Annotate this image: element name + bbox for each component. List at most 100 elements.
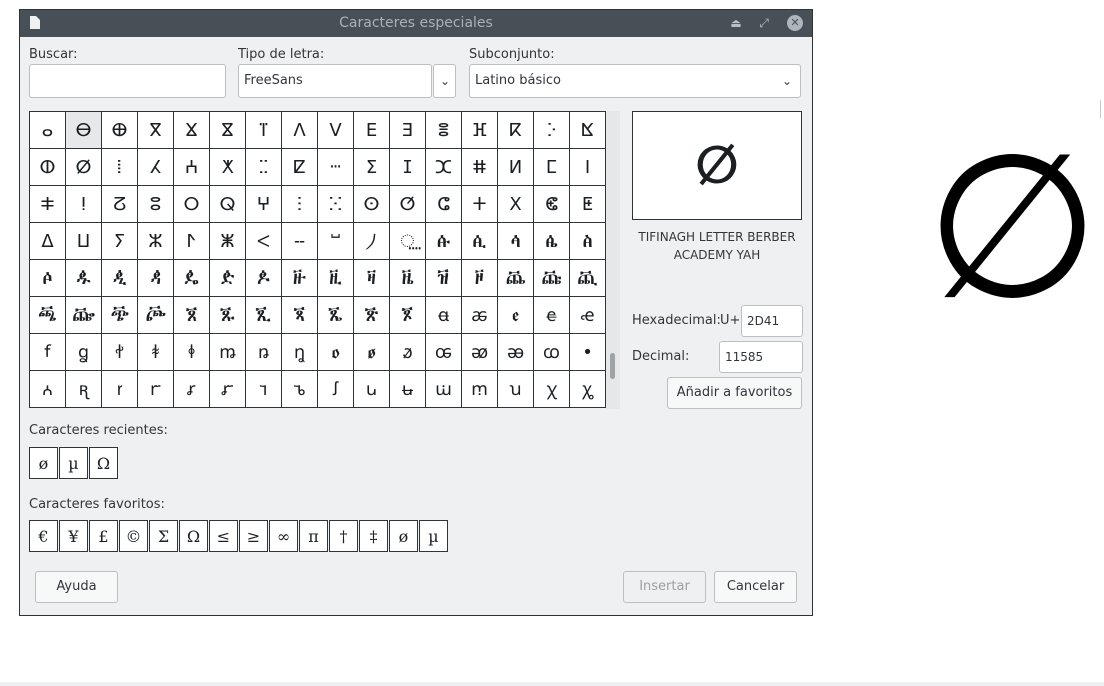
grid-cell[interactable]: ꬶ: [66, 334, 102, 371]
grid-cell[interactable]: ⵯ: [318, 223, 354, 260]
add-to-favorites-button[interactable]: Añadir a favoritos: [667, 377, 802, 409]
favorite-char-button[interactable]: £: [89, 520, 118, 552]
keep-above-icon[interactable]: ⏏: [728, 15, 744, 31]
grid-cell[interactable]: ꬤ: [66, 297, 102, 334]
grid-cell[interactable]: ꬣ: [30, 297, 66, 334]
grid-cell[interactable]: ꬴ: [570, 297, 606, 334]
grid-cell[interactable]: ⴹ: [354, 112, 390, 149]
insert-button[interactable]: Insertar: [623, 571, 706, 603]
grid-cell[interactable]: ꬿ: [390, 334, 426, 371]
favorite-char-button[interactable]: ø: [389, 520, 418, 552]
recent-char-button[interactable]: µ: [59, 447, 88, 479]
grid-cell[interactable]: ⵁ: [66, 149, 102, 186]
grid-cell[interactable]: ⵙ: [354, 186, 390, 223]
grid-cell[interactable]: ꬁ: [426, 223, 462, 260]
grid-cell[interactable]: ⵓ: [138, 186, 174, 223]
grid-cell[interactable]: ⵀ: [30, 149, 66, 186]
grid-cell[interactable]: ⵂ: [102, 149, 138, 186]
grid-cell[interactable]: ꬢ: [570, 260, 606, 297]
help-button[interactable]: Ayuda: [35, 571, 118, 603]
grid-cell[interactable]: ꬊ: [102, 260, 138, 297]
grid-cell[interactable]: ꬨ: [174, 297, 210, 334]
grid-scrollbar[interactable]: [606, 111, 620, 409]
grid-cell[interactable]: ꭆ: [66, 371, 102, 408]
grid-cell[interactable]: ꭓ: [534, 371, 570, 408]
grid-cell[interactable]: ⵇ: [282, 149, 318, 186]
grid-cell[interactable]: ⵃ: [138, 149, 174, 186]
grid-cell[interactable]: ⵚ: [390, 186, 426, 223]
decimal-input[interactable]: 11585: [719, 341, 803, 373]
grid-cell[interactable]: ꬔ: [390, 260, 426, 297]
grid-cell[interactable]: ⴽ: [498, 112, 534, 149]
grid-cell[interactable]: ⵎ: [534, 149, 570, 186]
grid-cell[interactable]: ⵒ: [102, 186, 138, 223]
grid-cell[interactable]: ⴳ: [138, 112, 174, 149]
grid-cell[interactable]: ⵊ: [390, 149, 426, 186]
grid-cell[interactable]: ꬋ: [138, 260, 174, 297]
grid-cell[interactable]: ⴿ: [570, 112, 606, 149]
grid-cell[interactable]: ⵟ: [570, 186, 606, 223]
grid-cell[interactable]: ꬃ: [498, 223, 534, 260]
grid-cell[interactable]: ⵠ: [30, 223, 66, 260]
grid-cell[interactable]: ꬕ: [426, 260, 462, 297]
grid-cell[interactable]: •: [570, 334, 606, 371]
grid-cell[interactable]: ꭃ: [534, 334, 570, 371]
grid-cell[interactable]: ꭅ: [30, 371, 66, 408]
grid-cell[interactable]: ꬵ: [30, 334, 66, 371]
grid-cell[interactable]: ⵐ: [30, 186, 66, 223]
grid-cell[interactable]: ꭉ: [174, 371, 210, 408]
grid-cell[interactable]: ⵝ: [498, 186, 534, 223]
grid-cell[interactable]: ꬓ: [354, 260, 390, 297]
grid-cell[interactable]: ꭂ: [498, 334, 534, 371]
grid-cell[interactable]: ⵔ: [174, 186, 210, 223]
subset-select[interactable]: Latino básico ⌄: [469, 64, 801, 98]
grid-cell[interactable]: ꬒ: [318, 260, 354, 297]
scrollbar-thumb[interactable]: [610, 353, 615, 379]
grid-cell[interactable]: ⴺ: [390, 112, 426, 149]
favorite-char-button[interactable]: ≤: [209, 520, 238, 552]
grid-cell[interactable]: ꭀ: [426, 334, 462, 371]
grid-cell[interactable]: ꭊ: [210, 371, 246, 408]
grid-cell[interactable]: ⵗ: [282, 186, 318, 223]
grid-cell[interactable]: ⵅ: [210, 149, 246, 186]
grid-cell[interactable]: ꬦ: [138, 297, 174, 334]
favorite-char-button[interactable]: ©: [119, 520, 148, 552]
grid-cell[interactable]: ꬂ: [462, 223, 498, 260]
grid-cell[interactable]: ꬉ: [66, 260, 102, 297]
grid-cell[interactable]: ꬾ: [354, 334, 390, 371]
grid-cell[interactable]: ⵌ: [462, 149, 498, 186]
grid-cell[interactable]: ꭔ: [570, 371, 606, 408]
grid-cell[interactable]: ⴵ: [210, 112, 246, 149]
grid-cell[interactable]: ꬹ: [174, 334, 210, 371]
grid-cell[interactable]: ꭎ: [354, 371, 390, 408]
grid-cell[interactable]: ꭇ: [102, 371, 138, 408]
maximize-icon[interactable]: ⤢: [756, 15, 772, 31]
grid-cell[interactable]: ⵰: [354, 223, 390, 260]
grid-cell[interactable]: ⵍ: [498, 149, 534, 186]
grid-cell[interactable]: ⴲ: [102, 112, 138, 149]
grid-cell[interactable]: ⵛ: [426, 186, 462, 223]
grid-cell[interactable]: ⴶ: [246, 112, 282, 149]
grid-cell[interactable]: ⵜ: [462, 186, 498, 223]
grid-cell[interactable]: ⵈ: [318, 149, 354, 186]
recent-char-button[interactable]: ø: [29, 447, 58, 479]
grid-cell[interactable]: ꬆ: [30, 260, 66, 297]
grid-cell[interactable]: ⵤ: [174, 223, 210, 260]
recent-char-button[interactable]: Ω: [89, 447, 118, 479]
grid-cell[interactable]: ⵦ: [246, 223, 282, 260]
grid-cell[interactable]: ꬭ: [354, 297, 390, 334]
cancel-button[interactable]: Cancelar: [714, 571, 797, 603]
grid-cell[interactable]: ꬍ: [210, 260, 246, 297]
grid-cell[interactable]: ꭒ: [498, 371, 534, 408]
grid-cell[interactable]: ꬪ: [246, 297, 282, 334]
search-input[interactable]: [29, 64, 226, 98]
favorite-char-button[interactable]: €: [29, 520, 58, 552]
grid-cell[interactable]: ⵕ: [210, 186, 246, 223]
grid-cell[interactable]: ⵉ: [354, 149, 390, 186]
grid-cell[interactable]: ⵏ: [570, 149, 606, 186]
grid-cell[interactable]: ꭌ: [282, 371, 318, 408]
grid-cell[interactable]: ꬡ: [534, 260, 570, 297]
grid-cell[interactable]: ꬸ: [138, 334, 174, 371]
grid-cell[interactable]: ⵆ: [246, 149, 282, 186]
grid-cell[interactable]: ⴴ: [174, 112, 210, 149]
